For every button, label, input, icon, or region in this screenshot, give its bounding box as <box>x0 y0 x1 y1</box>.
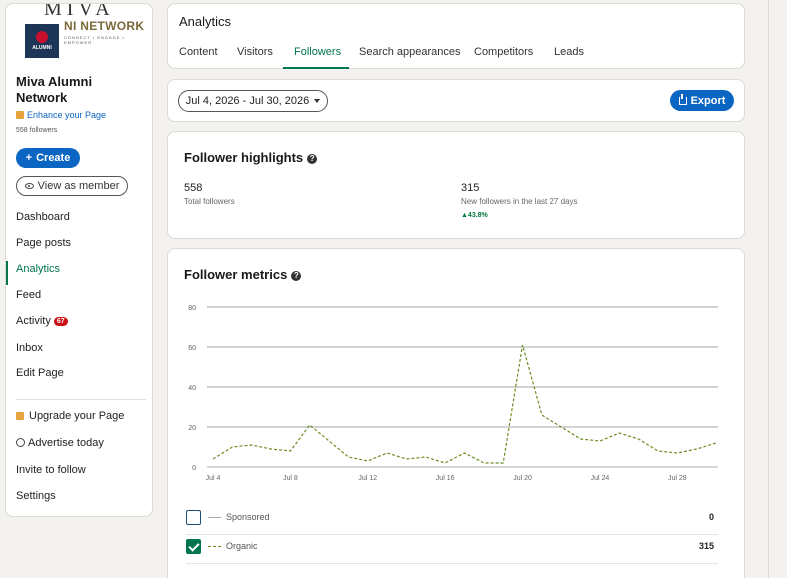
upgrade-label: Upgrade your Page <box>29 410 125 422</box>
new-followers-delta: ▲43.8% <box>461 212 488 219</box>
legend-row-sponsored[interactable]: Sponsored 0 <box>186 507 718 535</box>
logo-text: ALUMNI <box>32 45 52 51</box>
page-edge <box>768 0 769 578</box>
x-tick-label: Jul 16 <box>436 475 455 482</box>
follower-metrics-chart: 0 20 40 60 80 Jul 4 Jul 8 Jul 12 Jul 16 Jul 20 Jul… <box>188 305 718 482</box>
x-tick-label: Jul 4 <box>206 475 221 482</box>
x-tick-label: Jul 8 <box>283 475 298 482</box>
metrics-title: Follower metrics? <box>184 267 302 282</box>
sponsored-checkbox[interactable] <box>186 510 201 525</box>
x-tick-label: Jul 12 <box>358 475 377 482</box>
organic-checkbox[interactable] <box>186 539 201 554</box>
nav-activity[interactable]: Activity 67 <box>16 315 68 327</box>
banner-subtitle: NI NETWORK <box>64 19 145 33</box>
y-tick-label: 0 <box>192 465 196 472</box>
sponsored-line-swatch <box>208 517 221 518</box>
advertise-link[interactable]: Advertise today <box>16 437 104 449</box>
x-tick-label: Jul 28 <box>668 475 687 482</box>
upgrade-page-link[interactable]: Upgrade your Page <box>16 410 124 422</box>
organic-value: 315 <box>698 541 714 551</box>
plus-icon: + <box>25 152 33 164</box>
activity-badge: 67 <box>53 317 68 326</box>
sidebar-divider <box>16 399 146 400</box>
followers-count: 558 followers <box>16 127 58 134</box>
y-tick-label: 60 <box>188 345 196 352</box>
highlights-title-text: Follower highlights <box>184 150 304 165</box>
tab-leads[interactable]: Leads <box>554 46 584 58</box>
x-tick-label: Jul 20 <box>513 475 532 482</box>
organic-label: Organic <box>226 541 258 551</box>
export-label: Export <box>690 94 726 107</box>
metrics-title-text: Follower metrics <box>184 267 288 282</box>
total-followers-label: Total followers <box>184 197 235 206</box>
active-nav-indicator <box>6 261 8 285</box>
nav-page-posts[interactable]: Page posts <box>16 237 71 249</box>
date-toolbar-card: Jul 4, 2026 - Jul 30, 2026 Export <box>167 79 745 122</box>
create-button[interactable]: + Create <box>16 148 80 168</box>
date-range-dropdown[interactable]: Jul 4, 2026 - Jul 30, 2026 <box>178 90 328 112</box>
y-tick-label: 20 <box>188 425 196 432</box>
y-tick-label: 40 <box>188 385 196 392</box>
tab-search-appearances[interactable]: Search appearances <box>359 46 461 58</box>
tab-followers[interactable]: Followers <box>294 46 341 58</box>
new-followers-value: 315 <box>461 182 480 194</box>
tab-content[interactable]: Content <box>179 46 218 58</box>
create-label: Create <box>36 152 71 164</box>
help-icon[interactable]: ? <box>307 154 318 164</box>
premium-icon <box>16 412 24 420</box>
chevron-down-icon <box>314 99 321 103</box>
target-icon <box>16 438 25 447</box>
nav-activity-label: Activity <box>16 315 51 327</box>
new-followers-label: New followers in the last 27 days <box>461 197 578 206</box>
help-icon[interactable]: ? <box>291 271 302 281</box>
sponsored-value: 0 <box>708 512 714 522</box>
download-icon <box>678 93 687 105</box>
nav-inbox[interactable]: Inbox <box>16 342 43 354</box>
analytics-header-card: Analytics Content Visitors Followers Sea… <box>167 3 745 69</box>
series-line-organic <box>212 344 717 464</box>
nav-feed[interactable]: Feed <box>16 289 41 301</box>
advertise-label: Advertise today <box>28 437 104 449</box>
sponsored-label: Sponsored <box>226 512 270 522</box>
active-tab-indicator <box>283 67 349 69</box>
enhance-page-link[interactable]: Enhance your Page <box>16 110 106 120</box>
legend-row-organic[interactable]: Organic 315 <box>186 536 718 564</box>
org-name[interactable]: Miva Alumni Network <box>16 74 146 106</box>
tab-competitors[interactable]: Competitors <box>474 46 533 58</box>
enhance-label: Enhance your Page <box>27 110 107 120</box>
export-button[interactable]: Export <box>670 90 734 111</box>
y-tick-label: 80 <box>188 305 196 312</box>
view-as-member-label: View as member <box>37 180 120 192</box>
view-as-member-button[interactable]: View as member <box>16 176 128 196</box>
organic-line-swatch <box>208 546 221 547</box>
tab-visitors[interactable]: Visitors <box>237 46 273 58</box>
premium-icon <box>16 111 24 119</box>
highlights-title: Follower highlights? <box>184 150 318 165</box>
seal-icon <box>36 31 48 43</box>
total-followers-value: 558 <box>184 182 203 194</box>
date-range-label: Jul 4, 2026 - Jul 30, 2026 <box>185 95 310 107</box>
banner-tagline: CONNECT • ENGAGE • EMPOWER <box>64 35 125 44</box>
follower-metrics-card: Follower metrics? 0 20 40 60 80 Jul 4 Jul 8 Jul… <box>167 248 745 578</box>
invite-to-follow-link[interactable]: Invite to follow <box>16 464 86 476</box>
settings-link[interactable]: Settings <box>16 490 56 502</box>
x-tick-label: Jul 24 <box>591 475 610 482</box>
sidebar: MIVA NI NETWORK CONNECT • ENGAGE • EMPOW… <box>5 3 153 517</box>
nav-edit-page[interactable]: Edit Page <box>16 367 64 379</box>
nav-dashboard[interactable]: Dashboard <box>16 211 70 223</box>
follower-highlights-card: Follower highlights? 558 Total followers… <box>167 131 745 239</box>
eye-icon <box>24 183 34 189</box>
org-logo[interactable]: ALUMNI <box>23 22 61 60</box>
page-title: Analytics <box>179 14 232 29</box>
nav-analytics[interactable]: Analytics <box>16 263 60 275</box>
